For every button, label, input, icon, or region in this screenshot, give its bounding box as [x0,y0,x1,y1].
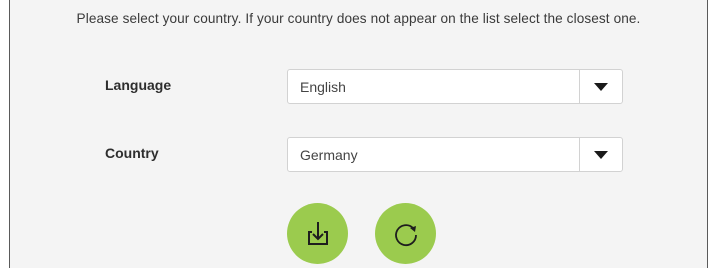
refresh-icon [394,223,417,246]
country-dropdown-button[interactable] [579,138,622,171]
refresh-button[interactable] [375,203,436,264]
country-label: Country [105,145,159,161]
download-button[interactable] [287,203,348,264]
country-select[interactable]: Germany [287,137,623,172]
instruction-text: Please select your country. If your coun… [76,11,641,26]
triangle-down-icon [594,82,608,91]
country-selection-panel: Please select your country. If your coun… [9,0,708,268]
triangle-down-icon [594,150,608,159]
language-dropdown-button[interactable] [579,70,622,103]
language-label: Language [105,77,172,93]
country-selected-value: Germany [300,146,358,163]
language-selected-value: English [300,78,346,95]
language-select[interactable]: English [287,69,623,104]
download-icon [307,221,328,245]
